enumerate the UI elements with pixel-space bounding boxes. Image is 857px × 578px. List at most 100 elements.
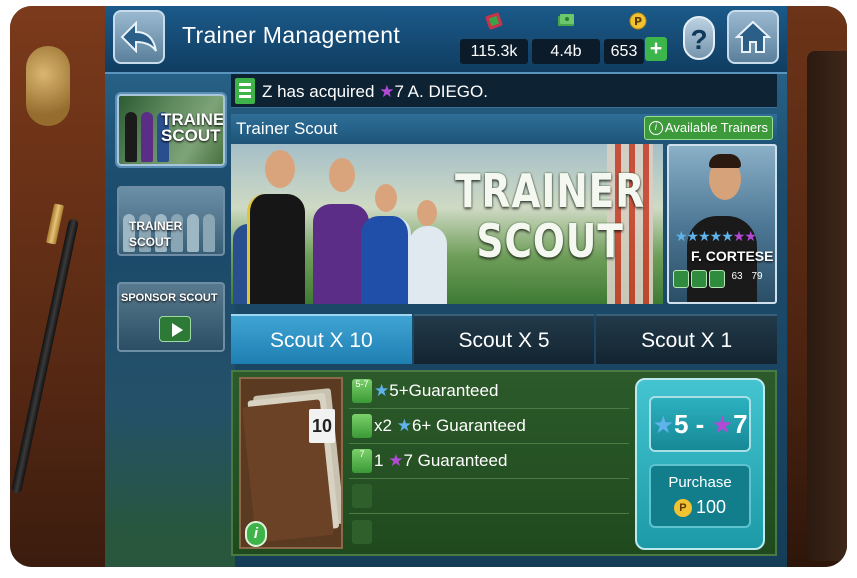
guarantee-text: ★5+Guaranteed	[374, 381, 498, 401]
purchase-button[interactable]: Purchase P 100	[649, 464, 751, 528]
top-bar: Trainer Management 115.3k 4.4b P 653 + ?	[105, 6, 787, 74]
panel-title: Trainer Scout	[236, 119, 338, 138]
home-icon	[735, 20, 771, 53]
banner-title-line1: TRAINER	[455, 164, 646, 218]
ticker-text-before: Z has acquired	[262, 82, 380, 101]
cash-counter: 4.4b	[532, 12, 600, 64]
trainer-points-value: 115.3k	[460, 39, 528, 64]
folder-number: 10	[309, 409, 335, 443]
list-item	[349, 479, 629, 514]
banner-title-line2: SCOUT	[476, 214, 624, 268]
trainer-points-counter: 115.3k	[460, 12, 528, 64]
trainer-stat-1: 63	[731, 271, 743, 282]
guarantee-label: 6+ Guaranteed	[411, 416, 526, 435]
blue-star-icon: ★	[374, 381, 390, 400]
back-button[interactable]	[113, 10, 165, 64]
star-rating: ★★★★★★★	[675, 228, 757, 245]
list-item: 7 1 ★7 Guaranteed	[349, 444, 629, 479]
trainer-name: F. CORTESE	[691, 248, 774, 264]
purple-star-icon: ★	[388, 451, 404, 470]
badge-icon	[709, 270, 725, 288]
confidential-folder-image: 10 i	[239, 377, 343, 549]
menu-icon[interactable]	[235, 78, 255, 104]
side-menu-label: SPONSOR SCOUT	[121, 292, 218, 304]
svg-text:P: P	[634, 15, 642, 28]
trainer-points-icon	[485, 12, 503, 30]
coin-value: 653	[604, 39, 644, 64]
tab-scout-x10[interactable]: Scout X 10	[231, 314, 412, 364]
empty-slot-icon	[352, 484, 372, 508]
purchase-panel: ★5 - ★7 Purchase P 100	[635, 378, 765, 550]
price-value: 100	[695, 497, 727, 517]
trainer-hair	[709, 154, 741, 168]
list-item: x2 ★6+ Guaranteed	[349, 409, 629, 444]
featured-trainer-card[interactable]: ★★★★★★★ F. CORTESE 63 79	[667, 144, 777, 304]
wallet-decoration	[807, 51, 847, 561]
banner-title: TRAINER SCOUT	[455, 166, 645, 266]
range-separator: -	[695, 409, 705, 439]
star-icon: ★★★★★	[675, 228, 734, 244]
page-title: Trainer Management	[182, 22, 401, 48]
player-figure	[409, 226, 447, 304]
list-item: 5-7 ★5+Guaranteed	[349, 374, 629, 409]
player-figure	[141, 112, 153, 162]
player-figure	[361, 216, 411, 304]
game-screen: Trainer Management 115.3k 4.4b P 653 + ?…	[105, 6, 787, 567]
pen-nib-decoration	[45, 203, 65, 245]
player-head	[417, 200, 437, 226]
help-button[interactable]: ?	[683, 16, 715, 60]
tab-scout-x5[interactable]: Scout X 5	[413, 314, 595, 364]
guarantee-text: 1 ★7 Guaranteed	[374, 451, 507, 471]
player-head	[265, 150, 295, 188]
panel-header: Trainer Scout i Available Trainers	[231, 114, 777, 142]
star-range: ★5 - ★7	[649, 396, 751, 452]
pen-decoration	[11, 218, 79, 494]
p-coin-icon: P	[673, 498, 692, 517]
guarantee-list: 5-7 ★5+Guaranteed x2 ★6+ Guaranteed 7 1 …	[349, 374, 629, 550]
available-trainers-button[interactable]: i Available Trainers	[643, 116, 773, 140]
play-icon	[159, 316, 191, 342]
coin-decoration	[26, 46, 70, 126]
guarantee-icon	[352, 414, 372, 438]
player-head	[375, 184, 397, 212]
trainer-scout-panel: Trainer Scout i Available Trainers TRAIN…	[231, 114, 778, 562]
guarantee-label: 7 Guaranteed	[403, 451, 508, 470]
player-figure	[125, 112, 137, 162]
star-icon: ★★	[732, 228, 757, 244]
range-to: 7	[733, 409, 748, 439]
tab-scout-x1[interactable]: Scout X 1	[596, 314, 778, 364]
purchase-price: P 100	[651, 497, 749, 518]
cash-icon	[558, 14, 574, 26]
available-trainers-label: Available Trainers	[664, 120, 768, 135]
blue-star-icon: ★	[396, 416, 412, 435]
guarantee-prefix: 1	[374, 451, 389, 470]
side-menu-label: TRAINER SCOUT	[161, 110, 225, 145]
news-ticker: Z has acquired ★7 A. DIEGO.	[231, 74, 777, 108]
player-head	[329, 158, 355, 192]
player-figure	[247, 194, 305, 304]
guarantee-icon: 7	[352, 449, 372, 473]
guarantee-label: 5+Guaranteed	[389, 381, 499, 400]
info-icon: i	[648, 121, 663, 135]
empty-slot-icon	[352, 519, 372, 544]
back-arrow-icon	[120, 21, 157, 53]
purple-star-icon: ★	[379, 82, 395, 101]
info-icon[interactable]: i	[245, 521, 267, 547]
side-menu-sponsor-scout[interactable]: SPONSOR SCOUT	[117, 282, 225, 352]
trainer-stat-2: 79	[751, 271, 763, 282]
badge-icon	[673, 270, 689, 288]
device-frame: Trainer Management 115.3k 4.4b P 653 + ?…	[10, 6, 847, 567]
side-menu-trainer-scout[interactable]: TRAINER SCOUT	[117, 94, 225, 166]
scout-tabs: Scout X 10 Scout X 5 Scout X 1	[231, 314, 778, 364]
side-menu-trainer-scout-alt[interactable]: TRAINER SCOUT	[117, 186, 225, 256]
add-coins-button[interactable]: +	[645, 37, 667, 61]
desk-left	[10, 6, 105, 567]
ticker-text: Z has acquired ★7 A. DIEGO.	[262, 82, 488, 102]
ticker-text-after: 7 A. DIEGO.	[394, 82, 488, 101]
badge-icon	[691, 270, 707, 288]
guarantee-text: x2 ★6+ Guaranteed	[374, 416, 526, 436]
trainer-badges	[673, 270, 725, 288]
purple-star-icon: ★	[711, 412, 734, 439]
trainer-scout-banner: TRAINER SCOUT	[231, 144, 663, 304]
home-button[interactable]	[727, 10, 779, 64]
